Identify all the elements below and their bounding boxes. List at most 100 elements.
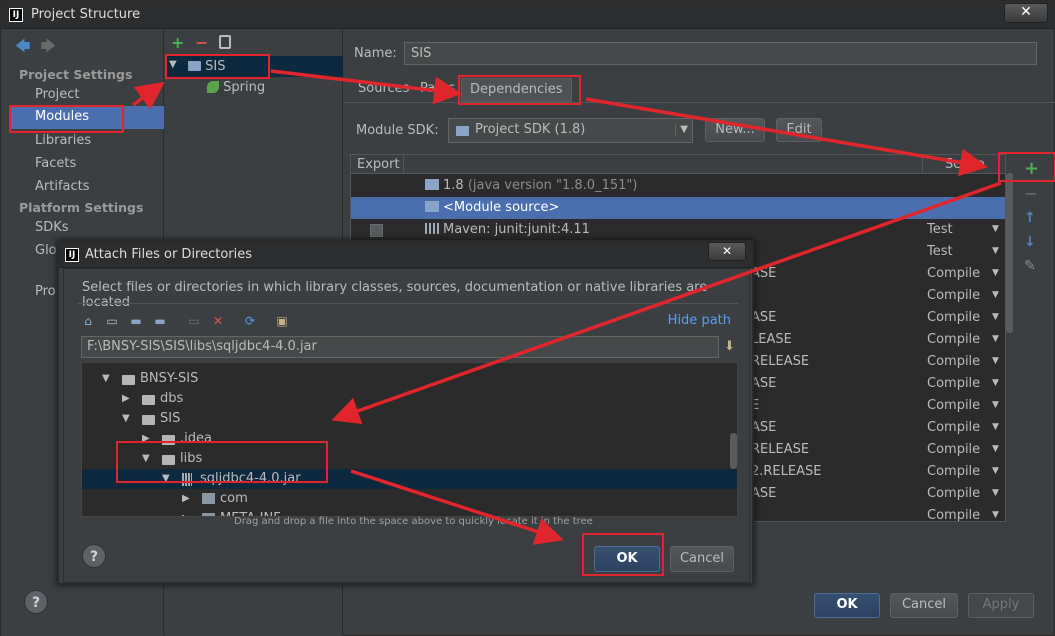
scope-select[interactable]: Test [927, 222, 953, 237]
tab-sources[interactable]: Sources [358, 78, 409, 102]
collapse-icon[interactable]: ▼ [102, 373, 110, 384]
home-icon[interactable]: ⌂ [80, 313, 96, 329]
expand-icon[interactable]: ▶ [182, 493, 190, 504]
chevron-down-icon[interactable]: ▼ [992, 422, 999, 432]
module-root[interactable]: SIS [188, 59, 225, 74]
module-child-spring[interactable]: Spring [207, 79, 265, 95]
edit-sdk-button[interactable]: Edit [776, 118, 822, 142]
chevron-down-icon[interactable]: ▼ [992, 312, 999, 322]
hide-path-link[interactable]: Hide path [668, 313, 731, 328]
arrow-right-icon[interactable]: 🡆 [41, 37, 57, 55]
chevron-down-icon[interactable]: ▼ [992, 246, 999, 256]
scope-select[interactable]: Compile [927, 464, 980, 479]
collapse-icon[interactable]: ▼ [122, 413, 130, 424]
dialog-cancel-button[interactable]: Cancel [670, 546, 734, 572]
window-close-button[interactable]: ✕ [1004, 3, 1048, 23]
cancel-button[interactable]: Cancel [890, 593, 958, 618]
dialog-ok-button[interactable]: OK [594, 546, 660, 572]
file-tree-row[interactable]: ▼ libs [82, 449, 737, 469]
dialog-close-button[interactable]: ✕ [708, 242, 746, 261]
nav-item-problems[interactable]: Pro [35, 284, 56, 299]
file-tree-row[interactable]: ▶ .idea [82, 429, 737, 449]
dependency-row[interactable]: <Module source> [351, 197, 1005, 219]
help-button[interactable]: ? [24, 590, 48, 614]
dependency-row[interactable]: Maven: junit:junit:4.11 Test ▼ [351, 219, 1005, 241]
scope-select[interactable]: Compile [927, 354, 980, 369]
module-sdk-select[interactable]: Project SDK (1.8) ▼ [448, 118, 693, 143]
nav-item-project[interactable]: Project [35, 87, 79, 102]
ok-button[interactable]: OK [814, 593, 880, 618]
new-sdk-button[interactable]: New... [705, 118, 765, 142]
copy-icon[interactable] [219, 35, 231, 49]
dependencies-scrollbar[interactable] [1006, 173, 1013, 333]
col-scope-header[interactable]: Scope [945, 157, 985, 172]
scope-select[interactable]: Compile [927, 398, 980, 413]
scope-select[interactable]: Compile [927, 288, 980, 303]
nav-item-facets[interactable]: Facets [35, 156, 76, 171]
arrow-left-icon[interactable]: 🡄 [15, 37, 31, 55]
refresh-icon[interactable]: ⟳ [242, 313, 258, 329]
scope-select[interactable]: Compile [927, 420, 980, 435]
history-icon[interactable]: ⬇ [724, 339, 737, 355]
nav-item-global-libraries[interactable]: Glo [35, 243, 57, 258]
scope-select[interactable]: Compile [927, 376, 980, 391]
move-up-icon[interactable]: ↑ [1024, 210, 1036, 226]
add-dependency-icon[interactable]: + [1024, 158, 1039, 179]
file-tree-row[interactable]: ▼ BNSY-SIS [82, 369, 737, 389]
remove-module-icon[interactable]: − [195, 33, 208, 52]
chevron-down-icon[interactable]: ▼ [992, 510, 999, 520]
pencil-icon[interactable]: ✎ [1024, 258, 1036, 274]
scope-select[interactable]: Compile [927, 442, 980, 457]
collapse-icon[interactable]: ▼ [162, 473, 170, 484]
expand-icon[interactable]: ▼ [169, 59, 177, 70]
delete-icon[interactable]: ✕ [210, 313, 226, 329]
scope-select[interactable]: Test [927, 244, 953, 259]
scope-select[interactable]: Compile [927, 508, 980, 521]
chevron-down-icon[interactable]: ▼ [992, 444, 999, 454]
dialog-help-button[interactable]: ? [82, 544, 106, 568]
chevron-down-icon[interactable]: ▼ [992, 488, 999, 498]
nav-item-modules[interactable]: Modules [9, 106, 164, 129]
expand-icon[interactable]: ▶ [182, 513, 190, 516]
show-hidden-icon[interactable]: ▣ [274, 313, 290, 329]
tab-paths[interactable]: Paths [420, 78, 455, 102]
module-name-field[interactable]: SIS [404, 42, 1037, 65]
dependency-label: RELEASE [751, 442, 810, 457]
chevron-down-icon[interactable]: ▼ [992, 334, 999, 344]
scope-select[interactable]: Compile [927, 266, 980, 281]
move-down-icon[interactable]: ↓ [1024, 234, 1036, 250]
scope-select[interactable]: Compile [927, 310, 980, 325]
collapse-icon[interactable]: ▼ [142, 453, 150, 464]
file-tree-row[interactable]: ▶ dbs [82, 389, 737, 409]
file-tree-row[interactable]: ▼ SIS [82, 409, 737, 429]
path-input[interactable]: F:\BNSY-SIS\SIS\libs\sqljdbc4-4.0.jar [81, 336, 719, 358]
module-folder-icon[interactable]: ▬ [152, 313, 168, 329]
export-checkbox[interactable] [370, 224, 383, 237]
add-module-icon[interactable]: + [171, 33, 184, 52]
chevron-down-icon[interactable]: ▼ [992, 466, 999, 476]
chevron-down-icon[interactable]: ▼ [992, 224, 999, 234]
file-tree-row[interactable]: ▶ com [82, 489, 737, 509]
chevron-down-icon[interactable]: ▼ [992, 356, 999, 366]
project-folder-icon[interactable]: ▬ [128, 313, 144, 329]
scope-select[interactable]: Compile [927, 486, 980, 501]
remove-dependency-icon[interactable]: − [1024, 184, 1037, 203]
file-tree-row[interactable]: ▼ sqljdbc4-4.0.jar [82, 469, 737, 489]
nav-item-libraries[interactable]: Libraries [35, 133, 91, 148]
chevron-down-icon[interactable]: ▼ [992, 378, 999, 388]
desktop-icon[interactable]: ▭ [104, 313, 120, 329]
dependency-row[interactable]: 1.8 (java version "1.8.0_151") [351, 175, 1005, 197]
nav-item-artifacts[interactable]: Artifacts [35, 179, 90, 194]
expand-icon[interactable]: ▶ [142, 433, 150, 444]
tab-dependencies[interactable]: Dependencies [461, 78, 572, 102]
expand-icon[interactable]: ▶ [122, 393, 130, 404]
chevron-down-icon[interactable]: ▼ [992, 290, 999, 300]
tree-scrollbar[interactable] [730, 433, 737, 469]
chevron-down-icon[interactable]: ▼ [992, 400, 999, 410]
new-folder-icon[interactable]: ▭ [186, 313, 202, 329]
apply-button[interactable]: Apply [968, 593, 1034, 618]
chevron-down-icon[interactable]: ▼ [992, 268, 999, 278]
scope-select[interactable]: Compile [927, 332, 980, 347]
nav-item-sdks[interactable]: SDKs [35, 220, 69, 235]
col-export-header[interactable]: Export [357, 157, 400, 172]
